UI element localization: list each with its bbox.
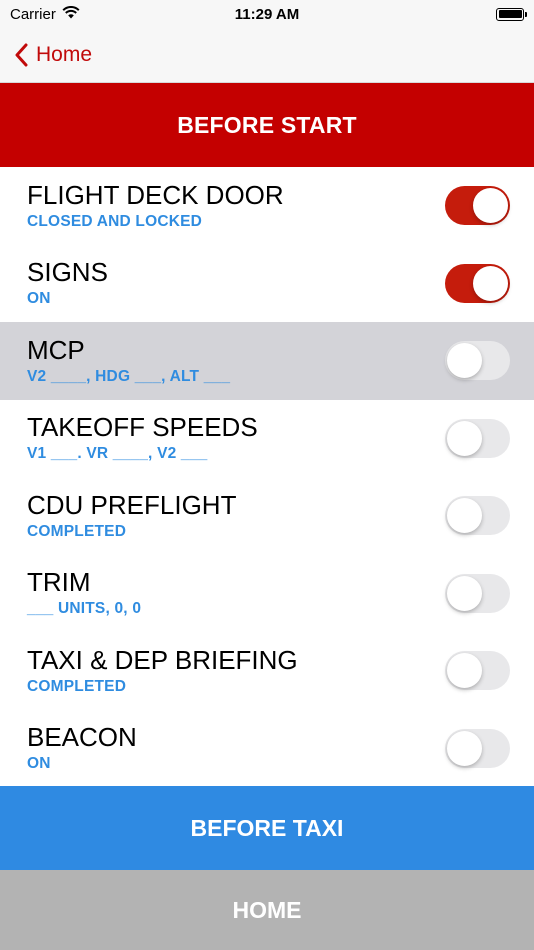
item-subtitle: ON (27, 290, 51, 308)
checklist-item[interactable]: CDU PREFLIGHT COMPLETED (0, 477, 534, 555)
item-subtitle: CLOSED AND LOCKED (27, 212, 203, 230)
item-subtitle: COMPLETED (27, 677, 127, 695)
item-toggle[interactable] (445, 728, 510, 768)
checklist-item[interactable]: TAKEOFF SPEEDS V1 ___. VR ____, V2 ___ (0, 399, 534, 477)
status-bar: Carrier 11:29 AM (0, 0, 534, 28)
back-button[interactable]: Home (14, 43, 92, 67)
item-subtitle: V2 ____, HDG ___, ALT ___ (27, 367, 231, 385)
checklist-item[interactable]: FLIGHT DECK DOOR CLOSED AND LOCKED (0, 167, 534, 245)
item-title: MCP (27, 334, 85, 365)
item-title: CDU PREFLIGHT (27, 489, 237, 520)
section-header: BEFORE START (0, 83, 534, 167)
checklist: FLIGHT DECK DOOR CLOSED AND LOCKED SIGNS… (0, 167, 534, 787)
item-title: TAXI & DEP BRIEFING (27, 644, 298, 675)
battery-icon (496, 7, 527, 21)
toggle-knob (447, 420, 482, 456)
before-taxi-button[interactable]: BEFORE TAXI (0, 786, 534, 870)
checklist-item[interactable]: TRIM ___ UNITS, 0, 0 (0, 554, 534, 632)
wifi-icon (62, 5, 80, 23)
toggle-knob (473, 265, 508, 301)
checklist-item[interactable]: BEACON ON (0, 709, 534, 787)
carrier-label: Carrier (10, 5, 56, 23)
toggle-knob (473, 188, 508, 224)
item-title: TAKEOFF SPEEDS (27, 412, 258, 443)
checklist-item[interactable]: TAXI & DEP BRIEFING COMPLETED (0, 632, 534, 710)
item-title: FLIGHT DECK DOOR (27, 179, 284, 210)
item-subtitle: COMPLETED (27, 522, 127, 540)
toggle-knob (447, 343, 482, 379)
home-button[interactable]: HOME (0, 870, 534, 950)
item-toggle[interactable] (445, 573, 510, 613)
toggle-knob (447, 653, 482, 689)
item-title: BEACON (27, 722, 137, 753)
item-title: TRIM (27, 567, 91, 598)
toggle-knob (447, 575, 482, 611)
checklist-item[interactable]: SIGNS ON (0, 244, 534, 322)
chevron-left-icon (14, 43, 28, 67)
item-toggle[interactable] (445, 263, 510, 303)
item-subtitle: V1 ___. VR ____, V2 ___ (27, 445, 208, 463)
toggle-knob (447, 498, 482, 534)
item-toggle[interactable] (445, 186, 510, 226)
toggle-knob (447, 730, 482, 766)
back-button-label: Home (36, 43, 93, 66)
checklist-item[interactable]: MCP V2 ____, HDG ___, ALT ___ (0, 322, 534, 400)
item-toggle[interactable] (445, 496, 510, 536)
item-toggle[interactable] (445, 418, 510, 458)
item-toggle[interactable] (445, 651, 510, 691)
item-subtitle: ___ UNITS, 0, 0 (27, 600, 142, 618)
item-subtitle: ON (27, 755, 51, 773)
item-title: SIGNS (27, 257, 108, 288)
item-toggle[interactable] (445, 341, 510, 381)
navigation-bar: Home (0, 28, 534, 83)
status-time: 11:29 AM (234, 5, 300, 23)
